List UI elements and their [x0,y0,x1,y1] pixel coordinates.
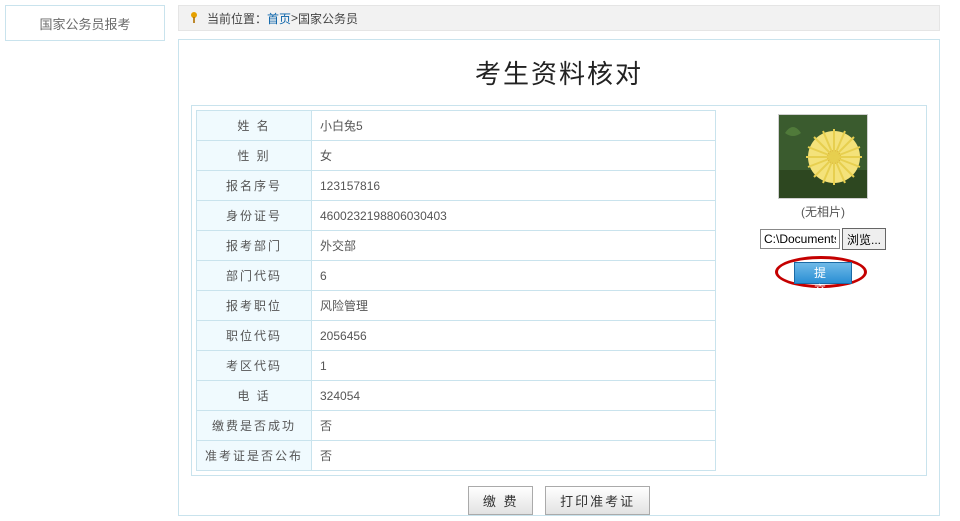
photo-column: (无相片) 浏览... 提 交 [724,110,922,300]
value-paid: 否 [312,411,716,441]
label-id-no: 身份证号 [197,201,312,231]
label-gender: 性 别 [197,141,312,171]
value-ticket: 否 [312,441,716,471]
sidebar-title: 国家公务员报考 [39,14,130,33]
table-row: 身份证号 4600232198806030403 [197,201,716,231]
value-name: 小白兔5 [312,111,716,141]
table-row: 报名序号 123157816 [197,171,716,201]
bottom-button-row: 缴 费 打印准考证 [191,476,927,515]
pin-icon [187,11,201,25]
page-title: 考生资料核对 [191,40,927,105]
value-dept: 外交部 [312,231,716,261]
breadcrumb-current: 国家公务员 [298,10,358,27]
table-row: 报考职位 风险管理 [197,291,716,321]
photo-preview [778,114,868,199]
table-row: 缴费是否成功 否 [197,411,716,441]
label-name: 姓 名 [197,111,312,141]
value-dept-code: 6 [312,261,716,291]
value-gender: 女 [312,141,716,171]
value-phone: 324054 [312,381,716,411]
browse-button[interactable]: 浏览... [842,228,886,250]
label-ticket: 准考证是否公布 [197,441,312,471]
value-position-code: 2056456 [312,321,716,351]
table-row: 职位代码 2056456 [197,321,716,351]
candidate-table: 姓 名 小白兔5 性 别 女 报名序号 123157816 身份证号 [196,110,716,471]
table-row: 电 话 324054 [197,381,716,411]
table-row: 姓 名 小白兔5 [197,111,716,141]
label-phone: 电 话 [197,381,312,411]
breadcrumb: 当前位置： 首页 > 国家公务员 [178,5,940,31]
table-row: 考区代码 1 [197,351,716,381]
value-area-code: 1 [312,351,716,381]
value-position: 风险管理 [312,291,716,321]
value-reg-no: 123157816 [312,171,716,201]
print-ticket-button[interactable]: 打印准考证 [545,486,650,515]
label-dept: 报考部门 [197,231,312,261]
label-paid: 缴费是否成功 [197,411,312,441]
table-row: 部门代码 6 [197,261,716,291]
table-row: 报考部门 外交部 [197,231,716,261]
label-area-code: 考区代码 [197,351,312,381]
file-path-input[interactable] [760,229,840,249]
submit-photo-button[interactable]: 提 交 [794,262,852,284]
breadcrumb-sep: > [291,11,298,25]
breadcrumb-home-link[interactable]: 首页 [267,10,291,27]
photo-caption: (无相片) [801,203,845,220]
value-id-no: 4600232198806030403 [312,201,716,231]
table-row: 准考证是否公布 否 [197,441,716,471]
info-container: 姓 名 小白兔5 性 别 女 报名序号 123157816 身份证号 [191,105,927,476]
label-position: 报考职位 [197,291,312,321]
label-dept-code: 部门代码 [197,261,312,291]
pay-button[interactable]: 缴 费 [468,486,534,515]
breadcrumb-prefix: 当前位置： [207,10,267,27]
label-position-code: 职位代码 [197,321,312,351]
label-reg-no: 报名序号 [197,171,312,201]
table-row: 性 别 女 [197,141,716,171]
main-panel: 考生资料核对 姓 名 小白兔5 性 别 女 报名序号 123 [178,39,940,516]
sidebar-panel: 国家公务员报考 [5,5,165,41]
